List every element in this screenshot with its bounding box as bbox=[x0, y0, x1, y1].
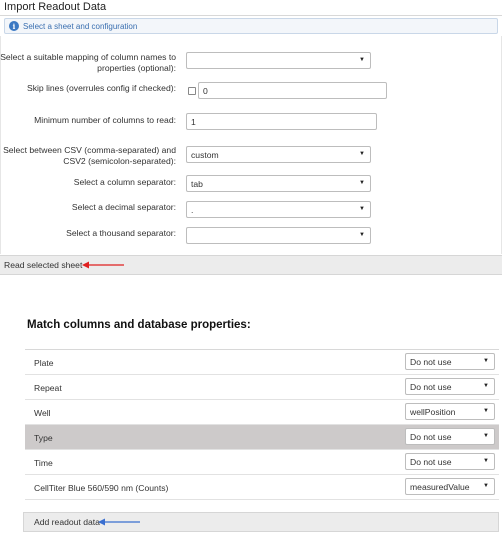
table-row: Repeat Do not use ▼ bbox=[25, 375, 499, 400]
property-select[interactable]: Do not use ▼ bbox=[405, 428, 495, 445]
decimal-separator-value: . bbox=[191, 204, 194, 215]
thousand-separator-label: Select a thousand separator: bbox=[66, 228, 176, 238]
match-table: Plate Do not use ▼ Repeat Do not use ▼ W… bbox=[25, 349, 499, 509]
row-label: Well bbox=[34, 408, 51, 418]
chevron-down-icon: ▼ bbox=[483, 458, 489, 464]
row-label: Plate bbox=[34, 358, 54, 368]
skip-lines-checkbox[interactable] bbox=[188, 87, 196, 95]
property-select[interactable]: measuredValue ▼ bbox=[405, 478, 495, 495]
info-icon: i bbox=[9, 21, 19, 31]
property-value: measuredValue bbox=[410, 481, 470, 492]
chevron-down-icon: ▼ bbox=[483, 433, 489, 439]
property-value: Do not use bbox=[410, 431, 452, 442]
row-label: Repeat bbox=[34, 383, 62, 393]
chevron-down-icon: ▼ bbox=[483, 408, 489, 414]
chevron-down-icon: ▼ bbox=[359, 180, 365, 186]
csv-mode-label: Select between CSV (comma-separated) and… bbox=[3, 145, 176, 166]
step-label: Select a sheet and configuration bbox=[23, 21, 138, 31]
chevron-down-icon: ▼ bbox=[359, 206, 365, 212]
property-value: Do not use bbox=[410, 456, 452, 467]
property-select[interactable]: Do not use ▼ bbox=[405, 453, 495, 470]
table-row: CellTiter Blue 560/590 nm (Counts) measu… bbox=[25, 475, 499, 500]
table-row-highlighted: Type Do not use ▼ bbox=[25, 425, 499, 450]
csv-mode-value: custom bbox=[191, 149, 219, 160]
property-select[interactable]: Do not use ▼ bbox=[405, 353, 495, 370]
add-readout-button[interactable]: Add readout data bbox=[34, 517, 100, 527]
property-select[interactable]: wellPosition ▼ bbox=[405, 403, 495, 420]
mapping-label: Select a suitable mapping of column name… bbox=[0, 52, 176, 73]
decimal-separator-select[interactable]: . ▼ bbox=[186, 201, 371, 218]
column-separator-select[interactable]: tab ▼ bbox=[186, 175, 371, 192]
min-columns-label: Minimum number of columns to read: bbox=[34, 115, 176, 125]
add-readout-bar[interactable]: Add readout data bbox=[23, 512, 499, 532]
match-section-title: Match columns and database properties: bbox=[27, 319, 251, 331]
title-divider bbox=[0, 15, 502, 16]
page-title: Import Readout Data bbox=[4, 1, 107, 13]
property-select[interactable]: Do not use ▼ bbox=[405, 378, 495, 395]
skip-lines-label: Skip lines (overrules config if checked)… bbox=[26, 83, 176, 93]
table-row: Well wellPosition ▼ bbox=[25, 400, 499, 425]
decimal-separator-label: Select a decimal separator: bbox=[71, 202, 176, 212]
mapping-select[interactable]: ▼ bbox=[186, 52, 371, 69]
csv-mode-select[interactable]: custom ▼ bbox=[186, 146, 371, 163]
chevron-down-icon: ▼ bbox=[359, 232, 365, 238]
property-value: wellPosition bbox=[410, 406, 456, 417]
property-value: Do not use bbox=[410, 356, 452, 367]
blue-arrow-icon bbox=[98, 518, 140, 526]
row-label: Time bbox=[34, 458, 53, 468]
chevron-down-icon: ▼ bbox=[483, 483, 489, 489]
skip-lines-input[interactable]: 0 bbox=[198, 82, 387, 99]
read-sheet-bar[interactable]: Read selected sheet bbox=[0, 255, 502, 275]
min-columns-input[interactable]: 1 bbox=[186, 113, 377, 130]
column-separator-label: Select a column separator: bbox=[73, 177, 176, 187]
red-arrow-icon bbox=[82, 261, 124, 269]
table-row: Plate Do not use ▼ bbox=[25, 350, 499, 375]
step-header[interactable]: i Select a sheet and configuration bbox=[4, 18, 498, 34]
thousand-separator-select[interactable]: ▼ bbox=[186, 227, 371, 244]
row-label: CellTiter Blue 560/590 nm (Counts) bbox=[34, 483, 169, 493]
chevron-down-icon: ▼ bbox=[483, 358, 489, 364]
property-value: Do not use bbox=[410, 381, 452, 392]
chevron-down-icon: ▼ bbox=[359, 57, 365, 63]
read-sheet-button[interactable]: Read selected sheet bbox=[4, 260, 82, 270]
chevron-down-icon: ▼ bbox=[483, 383, 489, 389]
column-separator-value: tab bbox=[191, 178, 203, 189]
chevron-down-icon: ▼ bbox=[359, 151, 365, 157]
row-label: Type bbox=[34, 433, 53, 443]
table-row: Time Do not use ▼ bbox=[25, 450, 499, 475]
